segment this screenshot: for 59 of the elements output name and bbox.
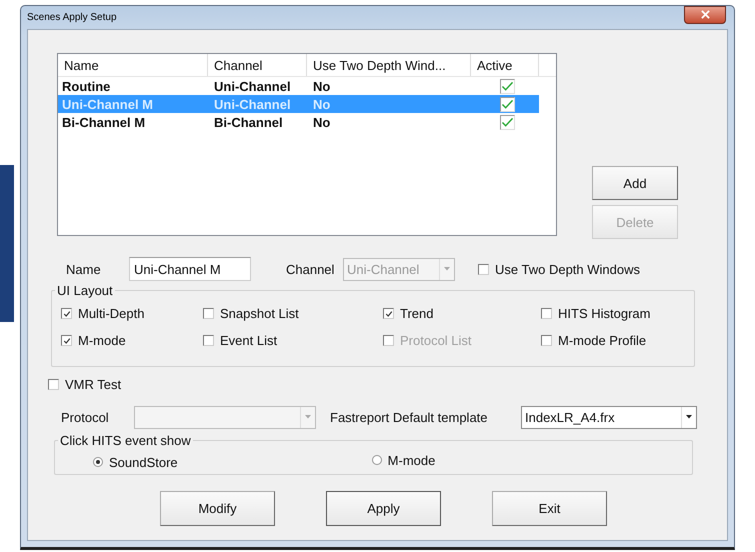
name-label: Name <box>66 262 102 276</box>
close-button[interactable] <box>684 6 726 24</box>
checkbox[interactable] <box>478 264 489 274</box>
window-title: Scenes Apply Setup <box>27 12 117 23</box>
checkbox[interactable] <box>61 308 72 319</box>
dropdown-arrow-icon <box>686 415 692 419</box>
table-cell-text: Bi-Channel M <box>61 114 146 131</box>
checkbox-label: VMR Test <box>65 376 122 392</box>
radio-label: M-mode <box>388 452 436 468</box>
checkbox-label: M-mode <box>78 333 126 348</box>
radio-button[interactable] <box>93 457 103 467</box>
table-cell-text: No <box>312 96 332 113</box>
checkbox[interactable] <box>541 335 552 346</box>
close-icon <box>700 10 710 19</box>
active-checkbox[interactable] <box>500 96 514 112</box>
checkbox-label: Multi-Depth <box>78 306 144 321</box>
checkbox[interactable] <box>383 308 394 319</box>
checkbox[interactable] <box>203 308 214 319</box>
group-title: UI Layout <box>56 283 114 298</box>
checkbox[interactable] <box>48 378 59 390</box>
radio-button[interactable] <box>372 455 382 465</box>
template-dropdown[interactable]: IndexLR_A4.frx <box>521 406 697 428</box>
checkbox-label: HITS Histogram <box>558 306 650 321</box>
table-cell-text: Routine <box>61 78 112 95</box>
dialog-button[interactable]: Modify <box>160 491 275 526</box>
table-cell-text: No <box>312 114 332 131</box>
table-cell-text: Uni-Channel <box>213 78 292 95</box>
radio-label: SoundStore <box>109 454 178 470</box>
checkbox-label: Event List <box>220 333 278 348</box>
column-header[interactable]: Active <box>471 54 539 76</box>
table-cell-text: Bi-Channel <box>213 114 284 131</box>
dropdown-arrow-icon <box>305 415 311 419</box>
table-cell-text: No <box>312 78 332 95</box>
active-checkbox[interactable] <box>500 114 514 130</box>
table-row[interactable]: Bi-Channel M Bi-Channel No <box>58 113 539 131</box>
column-header[interactable]: Channel <box>208 54 307 76</box>
dialog-button[interactable]: Apply <box>326 491 441 526</box>
add-button[interactable]: Add <box>592 166 678 200</box>
checkbox-label: Use Two Depth Windows <box>495 262 640 276</box>
table-row[interactable]: Routine Uni-Channel No <box>58 77 539 95</box>
column-header[interactable]: Use Two Depth Wind... <box>307 54 471 76</box>
checkbox-label: Protocol List <box>400 333 472 348</box>
table-cell-text: Uni-Channel <box>213 96 292 113</box>
template-label: Fastreport Default template <box>330 410 489 424</box>
name-field[interactable]: Uni-Channel M <box>129 257 251 281</box>
table-cell-text: Uni-Channel M <box>61 96 154 113</box>
dialog-button[interactable]: Exit <box>492 491 607 526</box>
checkbox-label: M-mode Profile <box>558 333 646 348</box>
checkbox[interactable] <box>541 308 552 319</box>
checkbox-label: Snapshot List <box>220 306 299 321</box>
column-header[interactable]: Name <box>58 54 208 76</box>
active-checkbox[interactable] <box>500 78 514 94</box>
group-title: Click HITS event show <box>59 433 192 448</box>
protocol-label: Protocol <box>61 410 110 424</box>
checkbox[interactable] <box>203 335 214 346</box>
checkbox[interactable] <box>61 335 72 346</box>
channel-label: Channel <box>286 262 336 276</box>
checkbox-label: Trend <box>400 306 434 321</box>
dropdown-arrow-icon <box>444 267 450 271</box>
